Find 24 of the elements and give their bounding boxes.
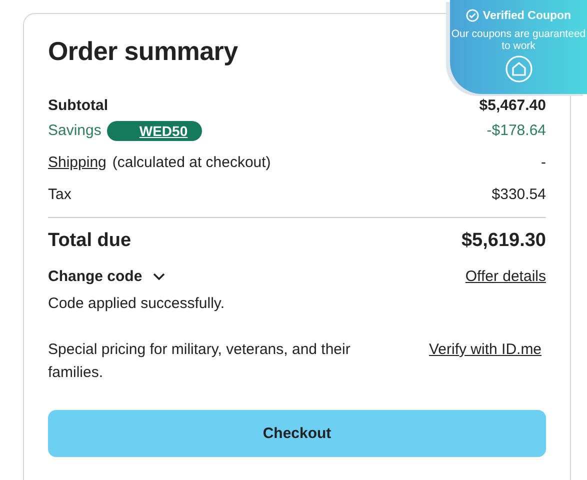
success-message: Code applied successfully. xyxy=(48,295,226,312)
amount-value: $5,467.40 xyxy=(479,97,546,114)
chevron-icon xyxy=(152,272,166,282)
total-value: $5,619.30 xyxy=(461,230,546,252)
total-label: Total due xyxy=(48,230,132,252)
coupon-code-link[interactable]: WED50 xyxy=(107,120,202,140)
offer-details-link[interactable]: Offer details xyxy=(465,268,546,285)
check-circle-icon xyxy=(466,9,479,22)
subtotal-label: Subtotal xyxy=(48,97,108,114)
military-text: Special pricing for military, veterans, and their families. xyxy=(48,340,352,383)
change-code-button[interactable]: Change code xyxy=(48,268,166,285)
checkout-button[interactable]: Checkout xyxy=(48,410,546,457)
shipping-link[interactable]: Shipping xyxy=(48,154,106,171)
savings-label: Savings xyxy=(48,122,102,139)
tax-label: Tax xyxy=(48,186,72,203)
house-icon xyxy=(504,55,532,83)
amount-value: -$178.64 xyxy=(486,122,546,139)
badge-text: Our coupons are guaranteed to work xyxy=(450,28,587,52)
amount-value: $330.54 xyxy=(492,186,546,203)
order-summary-title: Order summary xyxy=(48,36,238,67)
verify-link[interactable]: Verify with ID.me xyxy=(429,338,546,384)
amount-value: - xyxy=(541,154,546,171)
badge-title: Verified Coupon xyxy=(482,10,572,22)
shipping-note: (calculated at checkout) xyxy=(112,154,271,171)
